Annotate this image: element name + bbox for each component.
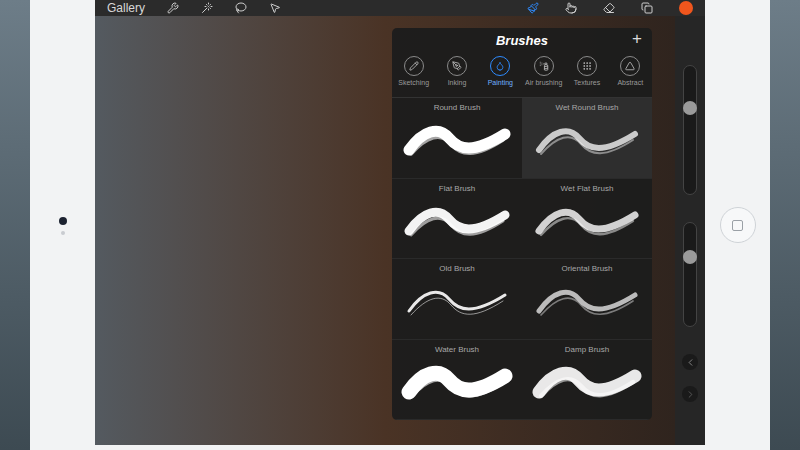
side-slider[interactable] — [683, 65, 697, 195]
pen-icon — [452, 61, 462, 71]
brush-name: Flat Brush — [439, 185, 475, 193]
wrench-icon[interactable] — [167, 2, 179, 14]
gallery-button[interactable]: Gallery — [107, 2, 145, 14]
left-bezel — [30, 0, 95, 450]
category-tab[interactable]: Sketching — [392, 54, 435, 97]
brush-stroke-icon — [531, 279, 643, 323]
triangle-icon — [625, 61, 635, 71]
brush-cell[interactable]: Water Brush — [392, 340, 522, 421]
pencil-icon — [409, 61, 419, 71]
brush-stroke-icon — [531, 360, 643, 404]
brush-name: Water Brush — [435, 346, 479, 354]
category-tab[interactable]: Painting — [479, 54, 522, 97]
layers-icon[interactable] — [641, 2, 653, 14]
category-row: SketchingInkingPaintingAir brushingTextu… — [392, 54, 652, 98]
selection-icon[interactable] — [235, 2, 247, 14]
spray-can-icon — [539, 61, 549, 71]
slider-knob[interactable] — [683, 101, 697, 115]
chevron-right-icon — [685, 389, 696, 400]
canvas-area: Brushes + SketchingInkingPaintingAir brush… — [95, 16, 705, 445]
brush-cell[interactable]: Wet Flat Brush — [522, 179, 652, 260]
camera-dot — [59, 217, 67, 225]
brush-stroke-icon — [401, 118, 513, 162]
brush-cell[interactable]: Old Brush — [392, 259, 522, 340]
brush-name: Round Brush — [434, 104, 481, 112]
brush-grid: Round Brush Wet Round Brush Flat Brush Wet … — [392, 98, 652, 420]
add-brush-button[interactable]: + — [632, 30, 642, 47]
brush-name: Wet Round Brush — [556, 104, 619, 112]
toolbar: Gallery — [95, 0, 705, 16]
smudge-icon[interactable] — [565, 2, 577, 14]
sensor-dot — [61, 231, 65, 235]
screen: Gallery Brushes + SketchingInkingPaintingAi… — [95, 0, 705, 445]
droplet-icon — [495, 61, 505, 71]
home-square-icon — [732, 220, 743, 231]
background-right — [770, 0, 800, 450]
brush-cell[interactable]: Wet Round Brush — [522, 98, 652, 179]
device: Gallery Brushes + SketchingInkingPaintingAi… — [30, 0, 770, 450]
color-swatch[interactable] — [679, 1, 693, 15]
category-tab[interactable]: Textures — [565, 54, 608, 97]
brushes-panel: Brushes + SketchingInkingPaintingAir brush… — [392, 28, 652, 420]
brush-stroke-icon — [531, 118, 643, 162]
brush-stroke-icon — [401, 279, 513, 323]
side-slider[interactable] — [683, 222, 697, 327]
canvas[interactable]: Brushes + SketchingInkingPaintingAir brush… — [95, 16, 675, 445]
brush-cell[interactable]: Round Brush — [392, 98, 522, 179]
undo-button[interactable] — [682, 354, 698, 370]
app: Gallery Brushes + SketchingInkingPaintingAi… — [0, 0, 800, 450]
brush-cell[interactable]: Oriental Brush — [522, 259, 652, 340]
panel-header: Brushes + — [392, 28, 652, 54]
brush-icon[interactable] — [527, 2, 539, 14]
transform-icon[interactable] — [269, 2, 281, 14]
brush-name: Damp Brush — [565, 346, 609, 354]
panel-title: Brushes — [496, 31, 548, 51]
brush-name: Old Brush — [439, 265, 475, 273]
brush-stroke-icon — [401, 360, 513, 404]
home-button[interactable] — [720, 207, 756, 243]
side-bar — [675, 16, 705, 445]
chevron-left-icon — [685, 357, 696, 368]
category-tab[interactable]: Abstract — [609, 54, 652, 97]
eraser-icon[interactable] — [603, 2, 615, 14]
brush-stroke-icon — [401, 199, 513, 243]
texture-icon — [582, 61, 592, 71]
slider-knob[interactable] — [683, 250, 697, 264]
background-left — [0, 0, 30, 450]
redo-button[interactable] — [682, 386, 698, 402]
brush-cell[interactable]: Damp Brush — [522, 340, 652, 421]
category-tab[interactable]: Inking — [435, 54, 478, 97]
right-bezel — [705, 0, 770, 450]
brush-cell[interactable]: Flat Brush — [392, 179, 522, 260]
brush-name: Wet Flat Brush — [561, 185, 614, 193]
brush-stroke-icon — [531, 199, 643, 243]
category-tab[interactable]: Air brushing — [522, 54, 565, 97]
wand-icon[interactable] — [201, 2, 213, 14]
brush-name: Oriental Brush — [561, 265, 612, 273]
